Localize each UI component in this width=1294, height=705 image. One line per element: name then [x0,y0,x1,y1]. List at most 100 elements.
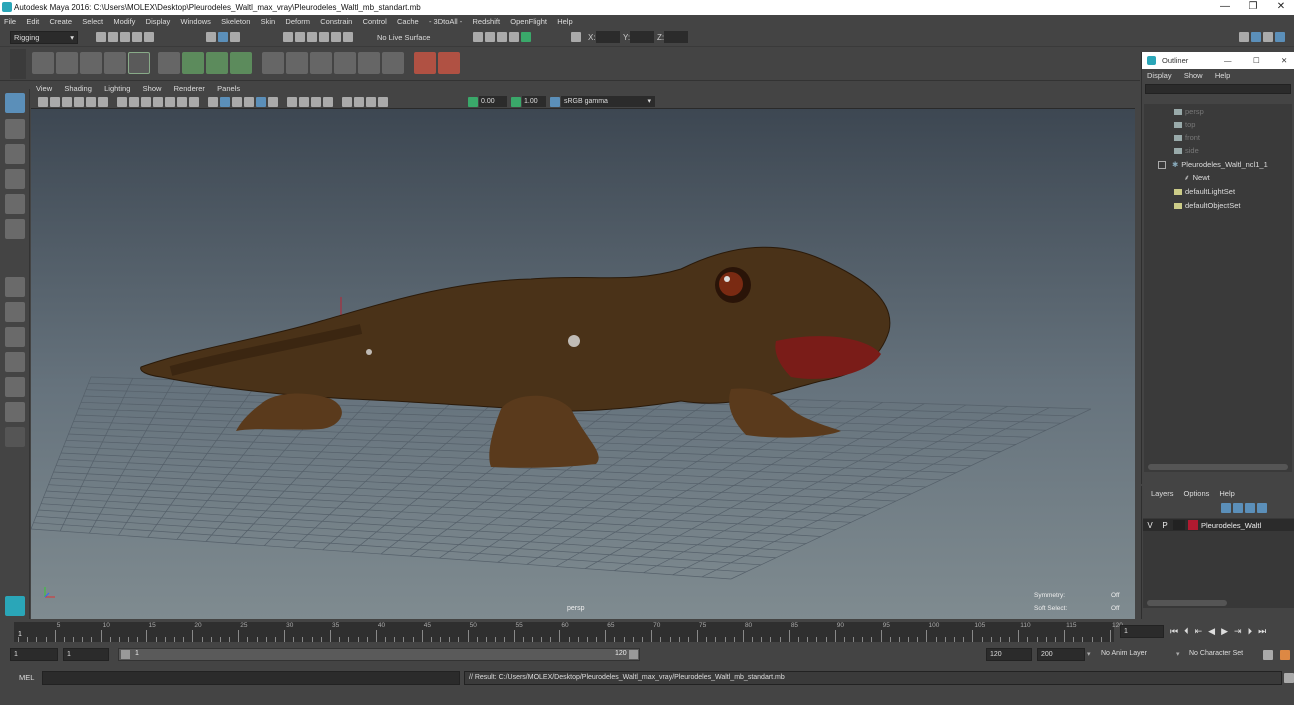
exposure-field[interactable]: 0.00 [479,96,507,107]
grid-toggle-icon[interactable] [74,97,84,107]
point-constraint-icon[interactable] [286,52,308,74]
attribute-editor-icon[interactable] [1251,32,1261,42]
bookmark-icon[interactable] [50,97,60,107]
animation-end-field[interactable]: 200 [1037,648,1085,661]
time-ruler[interactable]: 1 5 10 15 20 25 30 35 40 45 50 55 60 65 70 75 80 85 90 95 1… [14,622,1123,642]
select-hierarchy-icon[interactable] [206,32,216,42]
time-slider[interactable]: 1 5 10 15 20 25 30 35 40 45 50 55 60 65 70 75 80 85 90 95 1… [0,620,1294,644]
dof-icon[interactable] [311,97,321,107]
save-scene-icon[interactable] [120,32,130,42]
hud-icon[interactable] [323,97,333,107]
paint-weights-icon[interactable] [182,52,204,74]
play-backwards-icon[interactable]: ◀ [1208,626,1215,637]
film-gate-icon[interactable] [86,97,96,107]
play-forwards-icon[interactable]: ▶ [1221,626,1228,637]
outliner-item-top[interactable]: top [1174,119,1195,131]
lights-icon[interactable] [153,97,163,107]
outliner-menu-show[interactable]: Show [1179,71,1208,80]
layout-menu-icon[interactable] [5,427,25,447]
backface-icon[interactable] [244,97,254,107]
scale-tool-icon[interactable] [5,219,25,239]
viewport-menu-show[interactable]: Show [138,82,167,95]
wrap-icon[interactable] [230,52,252,74]
collapse-icon[interactable] [1158,161,1166,170]
smooth-preview-icon[interactable] [256,97,266,107]
menu-skin[interactable]: Skin [257,15,280,29]
viewport-menu-renderer[interactable]: Renderer [169,82,210,95]
safe-title-icon[interactable] [366,97,376,107]
pole-vector-icon[interactable] [382,52,404,74]
exposure-icon[interactable] [468,97,478,107]
chevron-down-icon[interactable]: ▾ [1176,650,1180,658]
render-settings-icon[interactable] [497,32,507,42]
transform-input-icon[interactable] [571,32,581,42]
hypershade-icon[interactable] [509,32,519,42]
outliner-maximize-button[interactable]: ☐ [1253,52,1260,69]
shelf-tabs-toggle[interactable] [10,49,26,79]
tool-settings-icon[interactable] [1263,32,1273,42]
move-layer-down-icon[interactable] [1233,503,1243,513]
outliner-item-lightset[interactable]: defaultLightSet [1174,186,1235,198]
ik-handle-icon[interactable] [56,52,78,74]
ipr-render-icon[interactable] [485,32,495,42]
shadows-icon[interactable] [165,97,175,107]
outliner-item-newt[interactable]: ⸙ Newt [1184,172,1210,184]
paint-select-icon[interactable] [5,144,25,164]
step-forward-key-icon[interactable]: ⇥ [1234,626,1242,637]
menu-deform[interactable]: Deform [281,15,314,29]
auto-key-icon[interactable] [1263,650,1273,660]
new-layer-selected-icon[interactable] [1257,503,1267,513]
current-frame-field[interactable]: 1 [1120,625,1164,638]
persp-hypershade-icon[interactable] [5,377,25,397]
gamma-icon[interactable] [511,97,521,107]
restore-button[interactable]: ❐ [1240,0,1266,15]
select-tool-icon[interactable] [5,93,25,113]
undo-icon[interactable] [132,32,142,42]
field-chart-icon[interactable] [378,97,388,107]
layer-menu-layers[interactable]: Layers [1146,489,1179,498]
ambient-occlusion-icon[interactable] [177,97,187,107]
move-layer-up-icon[interactable] [1221,503,1231,513]
rotate-tool-icon[interactable] [5,194,25,214]
move-tool-icon[interactable] [5,169,25,189]
motion-blur-icon[interactable] [189,97,199,107]
character-set-select[interactable]: No Character Set [1186,648,1256,661]
step-back-frame-icon[interactable]: ⏴ [1184,626,1189,637]
step-back-key-icon[interactable]: ⇤ [1195,626,1203,637]
render-view-icon[interactable] [521,32,531,42]
outliner-item-side[interactable]: side [1174,145,1199,157]
four-view-icon[interactable] [5,302,25,322]
script-editor-icon[interactable] [1284,673,1294,683]
ss-aa-icon[interactable] [299,97,309,107]
redo-icon[interactable] [144,32,154,42]
script-language-label[interactable]: MEL [19,673,34,682]
x-field[interactable] [596,31,620,43]
close-button[interactable]: ✕ [1268,0,1294,15]
layer-type-toggle[interactable] [1173,520,1185,530]
outliner-scrollbar[interactable] [1148,464,1288,470]
safe-action-icon[interactable] [354,97,364,107]
xray-joints-icon[interactable] [232,97,242,107]
wireframe-icon[interactable] [117,97,127,107]
menu-3dtoall[interactable]: - 3DtoAll - [425,15,466,29]
layer-name[interactable]: Pleurodeles_Waltl [1201,521,1261,530]
layer-menu-help[interactable]: Help [1214,489,1239,498]
animation-preferences-icon[interactable] [1280,650,1290,660]
go-to-end-icon[interactable]: ⏭ [1258,626,1266,637]
aim-constraint-icon[interactable] [358,52,380,74]
color-management-icon[interactable] [550,97,560,107]
mirror-joint-icon[interactable] [104,52,126,74]
outliner-menu-help[interactable]: Help [1210,71,1235,80]
single-view-icon[interactable] [5,277,25,297]
layer-menu-options[interactable]: Options [1179,489,1215,498]
image-plane-icon[interactable] [62,97,72,107]
bind-skin-icon[interactable] [158,52,180,74]
menu-help[interactable]: Help [553,15,576,29]
new-layer-icon[interactable] [1245,503,1255,513]
outliner-item-persp[interactable]: persp [1174,106,1204,118]
z-field[interactable] [664,31,688,43]
humanik-icon[interactable] [128,52,150,74]
menu-control[interactable]: Control [359,15,391,29]
playback-end-field[interactable]: 120 [986,648,1032,661]
menu-edit[interactable]: Edit [22,15,43,29]
